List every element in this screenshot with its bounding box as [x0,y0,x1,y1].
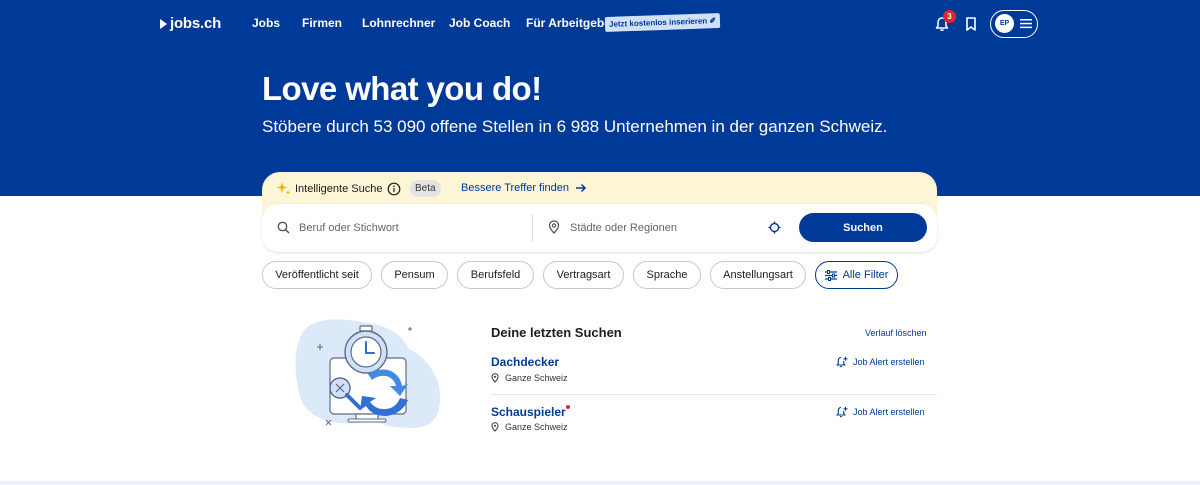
info-icon[interactable] [387,182,401,196]
menu-icon [1020,19,1032,29]
recent-search-location-label: Ganze Schweiz [505,422,568,432]
hero-subtitle: Stöbere durch 53 090 offene Stellen in 6… [262,117,888,136]
create-job-alert-label: Job Alert erstellen [853,357,925,367]
recent-search-location-label: Ganze Schweiz [505,373,568,383]
beta-badge: Beta [410,180,441,197]
nav-item-job-coach[interactable]: Job Coach [449,16,510,30]
better-matches-label: Bessere Treffer finden [461,182,570,194]
all-filters-button[interactable]: Alle Filter [815,261,898,289]
better-matches-link[interactable]: Bessere Treffer finden [461,182,587,194]
filter-pensum[interactable]: Pensum [381,261,448,289]
location-pin-icon [491,422,499,432]
recent-search-dachdecker[interactable]: Dachdecker [491,355,559,369]
sparkle-icon [276,182,291,195]
filter-vertragsart[interactable]: Vertragsart [543,261,624,289]
create-job-alert-button[interactable]: Job Alert erstellen [836,406,925,418]
search-icon [277,221,290,234]
recent-search-divider [491,394,937,395]
arrow-right-icon [576,183,587,193]
recent-search-schauspieler[interactable]: Schauspieler [491,405,566,419]
filter-sprache[interactable]: Sprache [633,261,701,289]
nav-item-firmen[interactable]: Firmen [302,16,342,30]
jobs-ch-logo[interactable]: jobs.ch [160,15,221,32]
recent-search-location: Ganze Schweiz [491,422,568,432]
search-divider [532,214,533,242]
location-pin-icon [491,373,499,383]
filter-anstellungsart[interactable]: Anstellungsart [710,261,806,289]
sliders-icon [824,269,837,281]
create-job-alert-button[interactable]: Job Alert erstellen [836,356,925,368]
location-pin-icon [548,220,560,234]
clear-history-link[interactable]: Verlauf löschen [865,328,927,338]
nav-item-lohnrechner[interactable]: Lohnrechner [362,16,435,30]
recent-searches-illustration [295,319,440,428]
filter-veroeffentlicht-seit[interactable]: Veröffentlicht seit [262,261,372,289]
bell-plus-icon [836,356,848,368]
all-filters-label: Alle Filter [842,269,889,281]
bell-plus-icon [836,406,848,418]
keyword-search-input[interactable] [299,218,521,238]
footer-band [0,481,1200,485]
filter-berufsfeld[interactable]: Berufsfeld [457,261,534,289]
location-search-input[interactable] [570,218,760,238]
logo-text: jobs.ch [170,15,222,32]
smart-search-label: Intelligente Suche [295,183,383,195]
current-location-icon[interactable] [768,221,781,234]
recent-searches-title: Deine letzten Suchen [491,325,622,340]
search-button[interactable]: Suchen [799,213,927,242]
new-results-dot [566,405,570,409]
recent-search-location: Ganze Schweiz [491,373,568,383]
nav-item-jobs[interactable]: Jobs [252,16,280,30]
nav-item-fuer-arbeitgeber[interactable]: Für Arbeitgeber [526,16,616,30]
create-job-alert-label: Job Alert erstellen [853,407,925,417]
promo-badge-label: Jetzt kostenlos inserieren [608,16,708,29]
account-menu-button[interactable]: EP [990,10,1038,38]
page-title: Love what you do! [262,70,542,107]
avatar: EP [995,14,1014,33]
bookmark-icon[interactable] [964,16,978,32]
notification-count-badge: 3 [943,10,956,23]
play-icon [160,18,167,29]
